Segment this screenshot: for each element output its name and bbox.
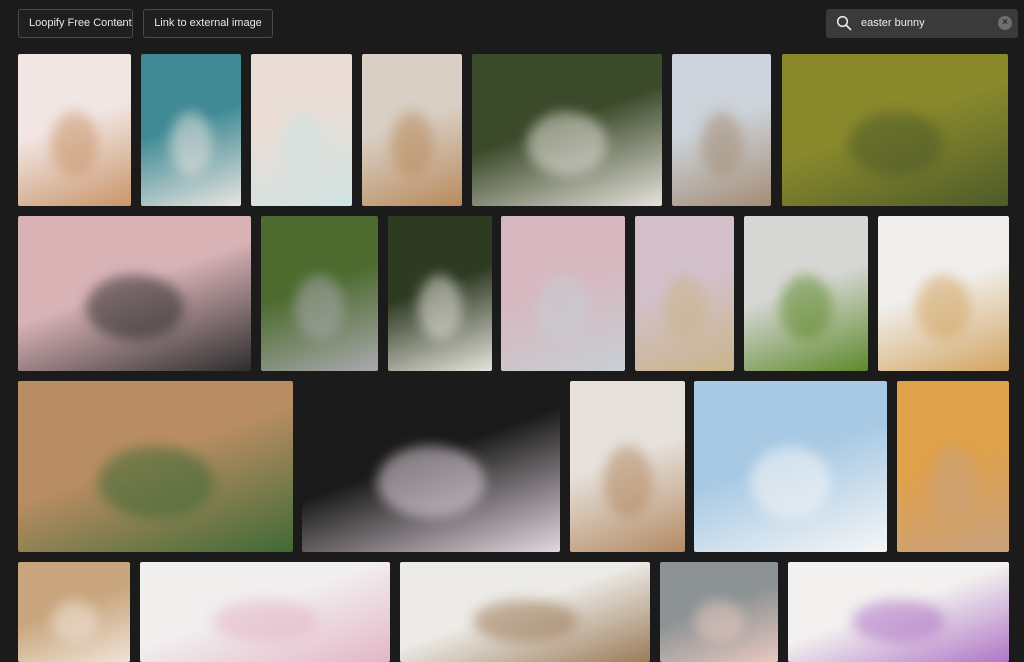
easter-cookies-tray-photo[interactable] — [362, 54, 462, 206]
search-icon — [836, 15, 852, 31]
photo-subject — [604, 446, 652, 518]
photo-subject — [418, 275, 462, 340]
photo-subject — [98, 446, 214, 518]
eggs-in-basket-photo[interactable] — [18, 562, 130, 662]
photo-subject — [916, 275, 971, 340]
photo-subject — [701, 112, 743, 176]
black-bunny-flowers-photo[interactable] — [18, 216, 251, 371]
photo-subject — [377, 446, 485, 518]
toolbar: Loopify Free Content ⌄ Link to external … — [0, 0, 1024, 50]
white-bunny-forest-photo[interactable] — [388, 216, 492, 371]
photo-subject — [51, 600, 98, 642]
paper-bunnies-blue-photo[interactable] — [694, 381, 887, 552]
chocolate-bunny-photo[interactable] — [18, 54, 131, 206]
content-source-dropdown[interactable]: Loopify Free Content ⌄ — [18, 9, 133, 38]
cat-in-bunny-ears-photo[interactable] — [744, 216, 868, 371]
wild-rabbit-grass-photo[interactable] — [782, 54, 1008, 206]
photo-subject — [86, 275, 184, 340]
easter-cupcakes-photo[interactable] — [140, 562, 390, 662]
photo-subject — [694, 600, 744, 642]
photo-subject — [281, 112, 323, 176]
photo-subject — [848, 112, 943, 176]
cracked-egg-white-photo[interactable] — [878, 216, 1009, 371]
external-image-link-button[interactable]: Link to external image — [143, 9, 273, 38]
clear-icon[interactable]: × — [998, 16, 1012, 30]
photo-subject — [664, 275, 706, 340]
chevron-down-icon: ⌄ — [117, 18, 125, 28]
search-box: × — [826, 9, 1018, 38]
photo-subject — [930, 446, 977, 518]
wooden-table-greenery-photo[interactable] — [18, 381, 293, 552]
egg-basket-lilacs-photo[interactable] — [788, 562, 1009, 662]
photo-subject — [213, 600, 318, 642]
grey-bunny-log-photo[interactable] — [261, 216, 378, 371]
egg-wreath-door-photo[interactable] — [660, 562, 778, 662]
photo-subject — [51, 112, 98, 176]
photo-subject — [295, 275, 344, 340]
photo-subject — [537, 275, 589, 340]
photo-subject — [170, 112, 212, 176]
photo-subject — [780, 275, 832, 340]
photo-subject — [750, 446, 831, 518]
content-source-label: Loopify Free Content — [29, 17, 132, 29]
easter-table-flatlay-photo[interactable] — [400, 562, 650, 662]
lop-bunny-teal-photo[interactable] — [141, 54, 241, 206]
photo-subject — [527, 112, 607, 176]
pastel-eggs-closeup-photo[interactable] — [501, 216, 625, 371]
person-in-bunny-suit-photo[interactable] — [672, 54, 771, 206]
lego-bunny-minifig-photo[interactable] — [302, 381, 560, 552]
photo-subject — [473, 600, 578, 642]
bunny-face-orange-photo[interactable] — [897, 381, 1009, 552]
pastel-easter-decor-photo[interactable] — [251, 54, 352, 206]
white-brown-bunny-photo[interactable] — [472, 54, 662, 206]
photo-subject — [852, 600, 945, 642]
photo-subject — [391, 112, 433, 176]
hands-holding-bunny-photo[interactable] — [570, 381, 685, 552]
mini-eggs-pattern-photo[interactable] — [635, 216, 734, 371]
search-input[interactable] — [861, 13, 986, 33]
